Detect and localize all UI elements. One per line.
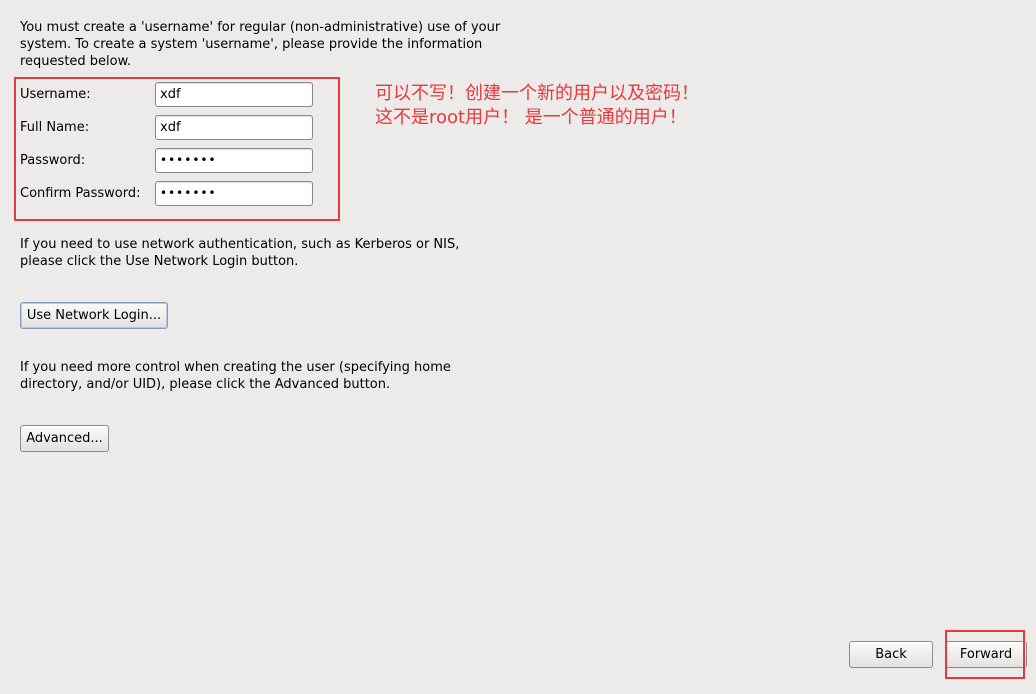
use-network-login-button[interactable]: Use Network Login... bbox=[20, 302, 168, 329]
network-login-text: If you need to use network authenticatio… bbox=[20, 237, 460, 269]
forward-highlight-box bbox=[945, 630, 1025, 679]
form-highlight-box bbox=[14, 77, 340, 221]
advanced-button[interactable]: Advanced... bbox=[20, 425, 109, 452]
advanced-text: If you need more control when creating t… bbox=[20, 360, 451, 392]
annotation-line-1: 可以不写！创建一个新的用户以及密码！ bbox=[375, 83, 699, 104]
annotation-line-2: 这不是root用户！ 是一个普通的用户！ bbox=[375, 107, 687, 128]
intro-text: You must create a 'username' for regular… bbox=[20, 20, 501, 69]
back-button[interactable]: Back bbox=[849, 641, 933, 668]
